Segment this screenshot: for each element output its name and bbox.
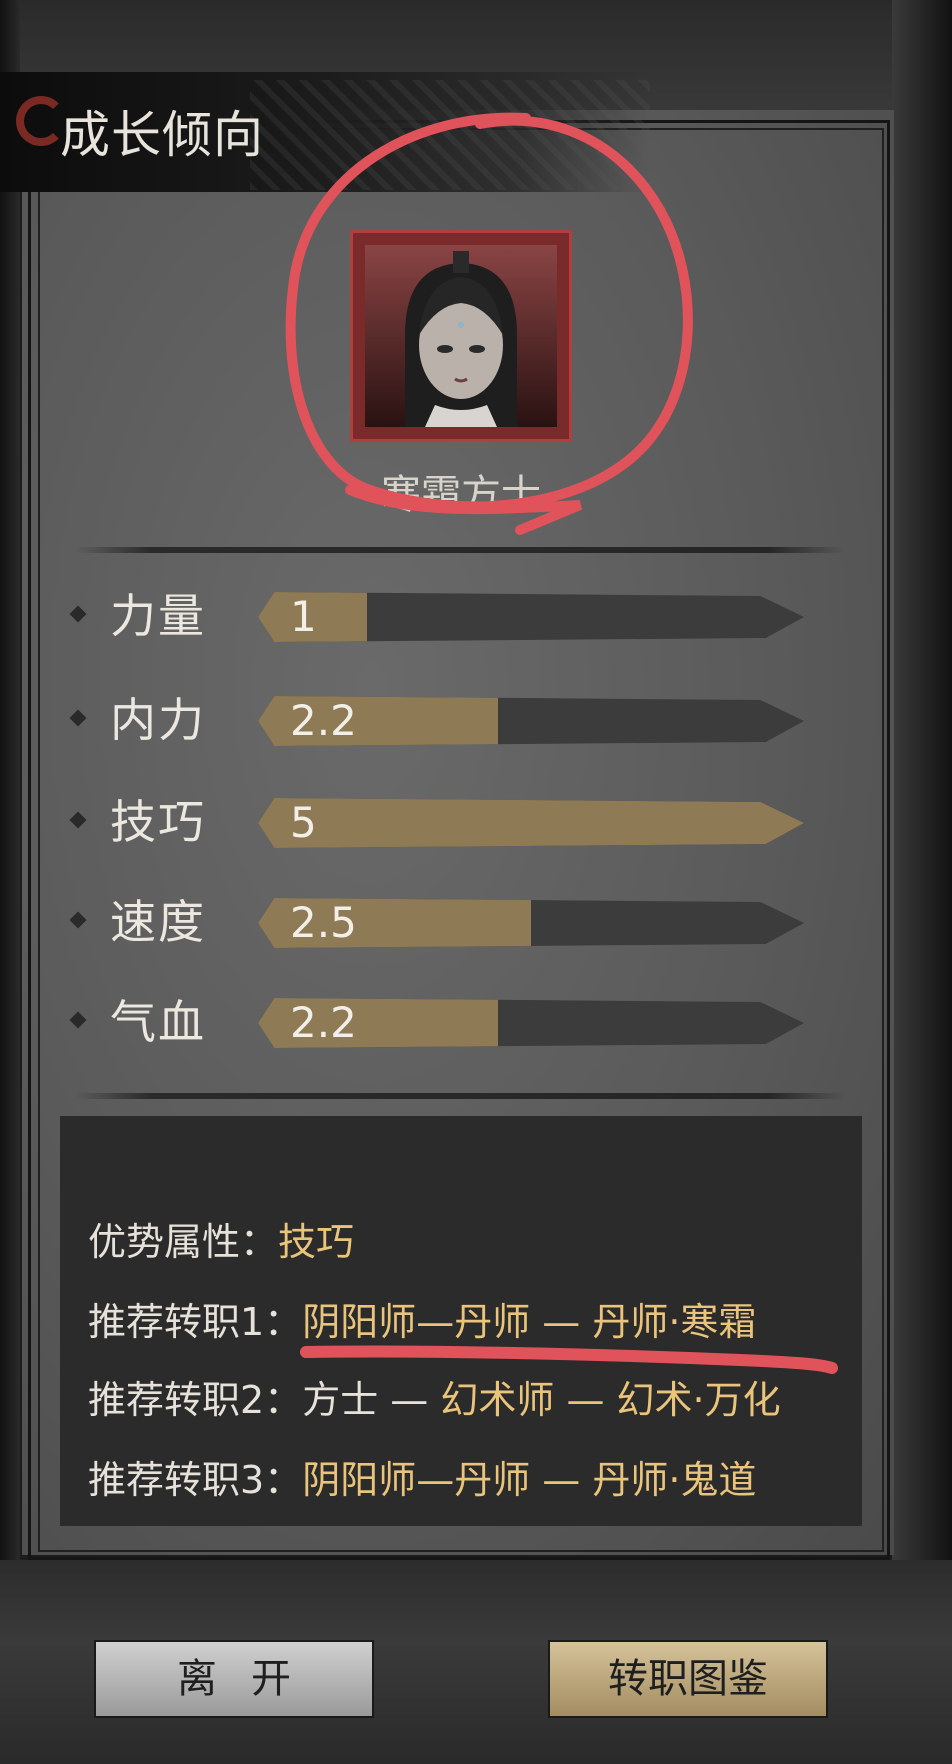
diamond-icon	[69, 811, 87, 829]
recommended-class-2: 推荐转职2：方士 — 幻术师 — 幻术·万化	[88, 1374, 781, 1426]
recommended-class-3: 推荐转职3：阴阳师—丹师 — 丹师·鬼道	[88, 1454, 756, 1506]
stat-row-skill: 技巧 5	[69, 792, 810, 852]
diamond-icon	[69, 911, 87, 929]
stat-bar-fill	[258, 798, 804, 848]
stat-row-strength: 力量 1	[69, 586, 810, 646]
stat-label: 力量	[110, 589, 206, 643]
advantage-attribute: 优势属性：技巧	[88, 1216, 354, 1268]
class-guide-button[interactable]: 转职图鉴	[548, 1640, 828, 1718]
stat-label: 气血	[110, 995, 206, 1049]
stat-label: 速度	[110, 895, 206, 949]
leave-button[interactable]: 离开	[94, 1640, 374, 1718]
stat-value: 2.2	[290, 998, 357, 1047]
rec2-value: 幻术师 — 幻术·万化	[440, 1378, 781, 1422]
stat-row-vitality: 气血 2.2	[69, 992, 810, 1052]
annotation-circle	[285, 112, 693, 535]
diamond-icon	[69, 1011, 87, 1029]
diamond-icon	[69, 605, 87, 623]
stat-value: 2.2	[290, 696, 357, 745]
rec3-value: 阴阳师—丹师 — 丹师·鬼道	[302, 1458, 757, 1502]
diamond-icon	[69, 709, 87, 727]
stat-value: 1	[290, 592, 317, 641]
advantage-value: 技巧	[278, 1220, 355, 1264]
advantage-label: 优势属性：	[88, 1220, 279, 1264]
stat-row-inner-power: 内力 2.2	[69, 690, 810, 750]
stat-bar	[258, 592, 804, 642]
stat-row-speed: 速度 2.5	[69, 892, 810, 952]
rec2-label: 推荐转职2：	[88, 1378, 303, 1422]
background-right-edge	[892, 0, 952, 1764]
swirl-icon	[16, 96, 66, 146]
page-title: 成长倾向	[60, 106, 264, 164]
stat-value: 2.5	[290, 898, 357, 947]
background-left-edge	[0, 0, 20, 1764]
stat-label: 技巧	[110, 795, 206, 849]
divider-top	[75, 547, 845, 553]
annotation-underline	[300, 1345, 838, 1374]
rec2-base-class: 方士 —	[302, 1378, 441, 1422]
stat-value: 5	[290, 798, 317, 847]
rec1-label: 推荐转职1：	[88, 1300, 303, 1344]
stat-label: 内力	[110, 693, 206, 747]
rec3-label: 推荐转职3：	[88, 1458, 303, 1502]
divider-bottom	[75, 1093, 845, 1099]
stat-bar	[258, 798, 804, 848]
